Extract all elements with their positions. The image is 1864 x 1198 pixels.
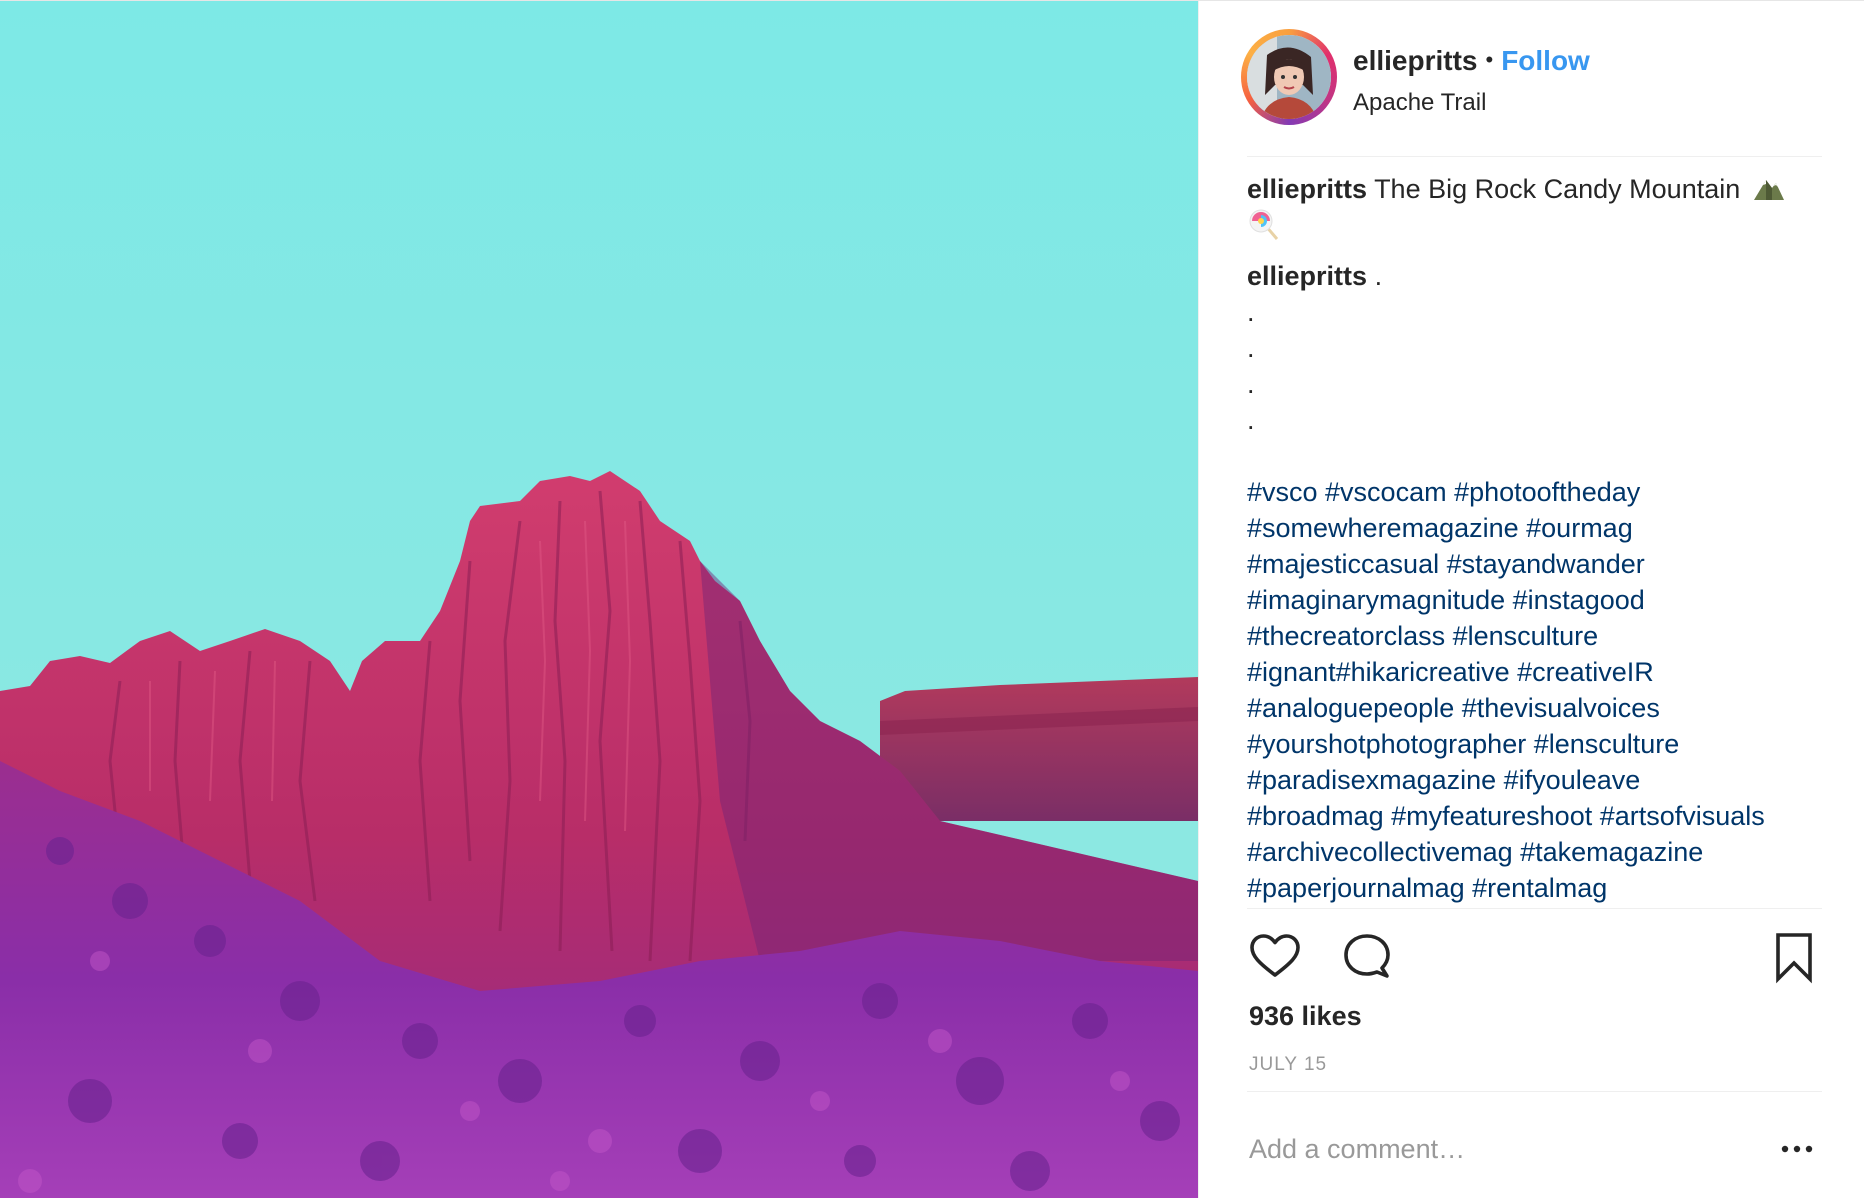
avatar-story-ring[interactable]: [1241, 29, 1337, 125]
caption-username[interactable]: elliepritts: [1247, 174, 1367, 204]
post-photo[interactable]: [0, 1, 1198, 1198]
comment-button[interactable]: [1339, 929, 1395, 985]
post-date[interactable]: JULY 15: [1249, 1054, 1327, 1076]
add-comment-input[interactable]: [1249, 1129, 1729, 1169]
hashtag-line[interactable]: #paperjournalmag #rentalmag: [1247, 873, 1607, 903]
caption-text: The Big Rock Candy Mountain: [1374, 174, 1741, 204]
comment-username[interactable]: elliepritts: [1247, 261, 1367, 291]
hashtag-line[interactable]: #thecreatorclass #lensculture: [1247, 621, 1598, 651]
follow-button[interactable]: Follow: [1501, 45, 1590, 76]
hashtag-line[interactable]: #archivecollectivemag #takemagazine: [1247, 837, 1703, 867]
mountain-image: [0, 1, 1198, 1198]
comment-dot: .: [1247, 297, 1255, 327]
more-options-icon: [1781, 1145, 1813, 1153]
hashtag-line[interactable]: #ignant#hikaricreative #creativeIR: [1247, 657, 1654, 687]
save-button[interactable]: [1766, 929, 1822, 985]
comment-dot: .: [1247, 369, 1255, 399]
hashtag-line[interactable]: #paradisexmagazine #ifyouleave: [1247, 765, 1640, 795]
comment-item: elliepritts . . . . . #vsco #vscocam #ph…: [1247, 258, 1822, 906]
comment-icon: [1344, 934, 1390, 978]
more-options-button[interactable]: [1775, 1135, 1819, 1163]
like-button[interactable]: [1247, 929, 1303, 985]
separator-dot: •: [1485, 47, 1494, 72]
hashtag-line[interactable]: #broadmag #myfeatureshoot #artsofvisuals: [1247, 801, 1765, 831]
comments-list[interactable]: elliepritts The Big Rock Candy Mountain: [1247, 171, 1822, 906]
actions-divider: [1247, 908, 1822, 909]
avatar[interactable]: [1247, 35, 1331, 119]
hashtag-line[interactable]: #somewheremagazine #ourmag: [1247, 513, 1633, 543]
comment-dot: .: [1247, 333, 1255, 363]
heart-icon: [1250, 934, 1300, 977]
post-user-line: elliepritts • Follow: [1353, 45, 1590, 77]
mountain-emoji: [1753, 180, 1784, 200]
like-count[interactable]: 936 likes: [1249, 1001, 1362, 1032]
hashtag-line[interactable]: #yourshotphotographer #lensculture: [1247, 729, 1679, 759]
comment-dots: . . . .: [1247, 294, 1822, 438]
action-bar: [1247, 929, 1822, 985]
post-username[interactable]: elliepritts: [1353, 45, 1477, 76]
hashtag-line[interactable]: #imaginarymagnitude #instagood: [1247, 585, 1645, 615]
comment-text: .: [1374, 261, 1383, 291]
lollipop-emoji: [1249, 209, 1279, 240]
post-sidebar: elliepritts • Follow Apache Trail elliepri…: [1198, 1, 1864, 1198]
caption: elliepritts The Big Rock Candy Mountain: [1247, 171, 1822, 244]
comment-divider: [1247, 1091, 1822, 1092]
bookmark-icon: [1776, 933, 1812, 984]
comment-dot: .: [1247, 405, 1255, 435]
instagram-post: elliepritts • Follow Apache Trail elliepri…: [0, 0, 1864, 1198]
post-location[interactable]: Apache Trail: [1353, 89, 1486, 117]
hashtag-line[interactable]: #analoguepeople #thevisualvoices: [1247, 693, 1660, 723]
hashtag-line[interactable]: #majesticcasual #stayandwander: [1247, 549, 1645, 579]
hashtag-line[interactable]: #vsco #vscocam #photooftheday: [1247, 477, 1640, 507]
hashtag-list: #vsco #vscocam #photooftheday #somewhere…: [1247, 474, 1822, 906]
